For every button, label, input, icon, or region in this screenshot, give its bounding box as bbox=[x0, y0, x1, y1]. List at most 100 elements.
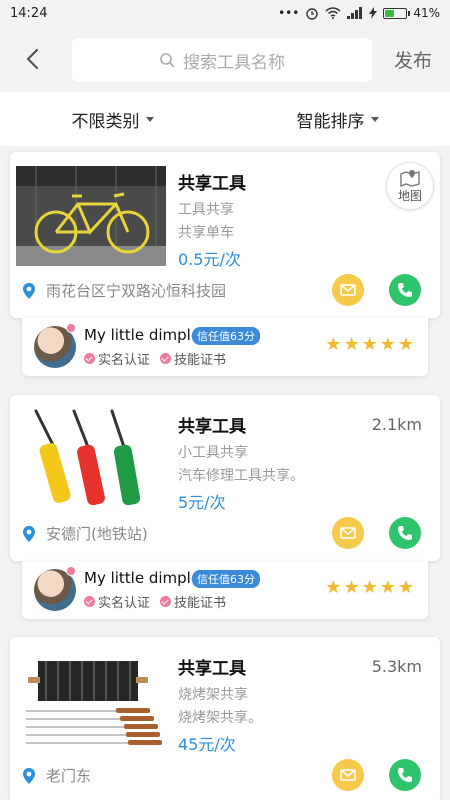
battery-percent: 41% bbox=[413, 6, 440, 20]
star-rating: ★ ★ ★ ★ ★ bbox=[325, 579, 414, 597]
call-button[interactable] bbox=[389, 517, 421, 549]
listing-category: 工具共享 bbox=[178, 202, 234, 218]
star-icon: ★ bbox=[325, 334, 342, 355]
category-filter[interactable]: 不限类别 bbox=[0, 92, 225, 146]
listing-location: 雨花台区宁双路沁恒科技园 bbox=[22, 280, 226, 301]
listing-location-text: 安德门(地铁站) bbox=[46, 525, 148, 543]
check-icon bbox=[160, 596, 172, 607]
cert-real-name: 实名认证 bbox=[84, 592, 150, 611]
cert-label: 实名认证 bbox=[98, 596, 151, 611]
publish-button[interactable]: 发布 bbox=[394, 46, 432, 73]
listing-location: 老门东 bbox=[22, 765, 91, 786]
cert-real-name: 实名认证 bbox=[84, 349, 150, 368]
owner-strip[interactable]: My little dimple 信任值63分 实名认证 技能证书 ★ ★ ★ ★ ★ bbox=[22, 561, 428, 619]
screwdriver-image bbox=[16, 409, 166, 509]
listing-price: 5元/次 bbox=[178, 493, 226, 512]
sort-filter[interactable]: 智能排序 bbox=[225, 92, 450, 146]
listing-description: 共享单车 bbox=[178, 225, 234, 241]
sort-filter-label: 智能排序 bbox=[296, 111, 365, 132]
star-icon: ★ bbox=[397, 334, 414, 355]
mail-icon bbox=[340, 284, 356, 296]
listing-category: 烧烤架共享 bbox=[178, 687, 248, 703]
check-icon bbox=[160, 353, 172, 364]
cert-label: 技能证书 bbox=[174, 596, 227, 611]
check-icon bbox=[84, 596, 95, 607]
status-bar: 14:24 ••• 41% bbox=[0, 0, 450, 26]
certifications: 实名认证 技能证书 bbox=[84, 592, 226, 611]
certifications: 实名认证 技能证书 bbox=[84, 349, 226, 368]
message-button[interactable] bbox=[332, 274, 364, 306]
trust-badge: 信任值63分 bbox=[192, 327, 260, 345]
listing-location-text: 老门东 bbox=[46, 767, 92, 785]
map-button[interactable]: 地图 bbox=[386, 162, 434, 210]
location-pin-icon bbox=[23, 282, 35, 299]
listing-card[interactable]: 共享工具 0. 工具共享 共享单车 0.5元/次 雨花台区宁双路沁恒科技园 bbox=[10, 152, 440, 318]
alarm-icon bbox=[306, 8, 319, 20]
cert-skill: 技能证书 bbox=[160, 592, 226, 611]
top-bar: 搜索工具名称 发布 bbox=[0, 26, 450, 92]
verified-badge-icon bbox=[66, 323, 76, 333]
status-icons: ••• 41% bbox=[278, 6, 440, 20]
check-icon bbox=[84, 353, 95, 364]
listing-title: 共享工具 bbox=[178, 659, 246, 679]
location-pin-icon bbox=[23, 767, 35, 784]
message-button[interactable] bbox=[332, 759, 364, 791]
search-icon bbox=[160, 53, 175, 68]
phone-icon bbox=[398, 283, 412, 297]
listing-price: 45元/次 bbox=[178, 735, 236, 754]
star-icon: ★ bbox=[343, 334, 360, 355]
owner-name: My little dimple bbox=[84, 569, 201, 587]
location-pin-icon bbox=[23, 525, 35, 542]
battery-icon bbox=[383, 7, 411, 19]
star-icon: ★ bbox=[361, 577, 378, 598]
phone-icon bbox=[398, 526, 412, 540]
bicycle-image bbox=[16, 166, 166, 266]
search-input[interactable]: 搜索工具名称 bbox=[72, 38, 372, 82]
caret-down-icon bbox=[370, 116, 379, 122]
category-filter-label: 不限类别 bbox=[71, 111, 140, 132]
listing-card[interactable]: 共享工具 2.1km 小工具共享 汽车修理工具共享。 5元/次 安德门(地铁站) bbox=[10, 395, 440, 561]
star-icon: ★ bbox=[397, 577, 414, 598]
owner-strip[interactable]: My little dimple 信任值63分 实名认证 技能证书 ★ ★ ★ ★ ★ bbox=[22, 318, 428, 376]
message-button[interactable] bbox=[332, 517, 364, 549]
star-icon: ★ bbox=[379, 334, 396, 355]
listing-distance: 2.1km bbox=[371, 415, 422, 434]
verified-badge-icon bbox=[66, 566, 76, 576]
phone-icon bbox=[398, 768, 412, 782]
mail-icon bbox=[340, 527, 356, 539]
wifi-icon bbox=[325, 7, 341, 19]
caret-down-icon bbox=[145, 116, 154, 122]
charging-icon bbox=[369, 7, 378, 19]
star-icon: ★ bbox=[343, 577, 360, 598]
star-rating: ★ ★ ★ ★ ★ bbox=[325, 336, 414, 354]
listing-description: 烧烤架共享。 bbox=[178, 710, 262, 726]
listing-title: 共享工具 bbox=[178, 174, 246, 194]
battery-level bbox=[385, 9, 394, 17]
owner-name: My little dimple bbox=[84, 326, 201, 344]
listing-title: 共享工具 bbox=[178, 417, 246, 437]
listing-category: 小工具共享 bbox=[178, 445, 248, 461]
notification-dots: ••• bbox=[278, 6, 300, 20]
listing-price: 0.5元/次 bbox=[178, 250, 241, 269]
call-button[interactable] bbox=[389, 759, 421, 791]
star-icon: ★ bbox=[325, 577, 342, 598]
bbq-grill-image bbox=[16, 651, 166, 751]
filter-bar: 不限类别 智能排序 bbox=[0, 92, 450, 146]
star-icon: ★ bbox=[361, 334, 378, 355]
star-icon: ★ bbox=[379, 577, 396, 598]
cert-label: 实名认证 bbox=[98, 353, 151, 368]
status-time: 14:24 bbox=[10, 5, 48, 21]
listing-location: 安德门(地铁站) bbox=[22, 523, 148, 544]
mail-icon bbox=[340, 769, 356, 781]
cert-label: 技能证书 bbox=[174, 353, 227, 368]
listing-distance: 5.3km bbox=[371, 657, 422, 676]
listing-card[interactable]: 共享工具 5.3km 烧烤架共享 烧烤架共享。 45元/次 老门东 bbox=[10, 637, 440, 800]
cert-skill: 技能证书 bbox=[160, 349, 226, 368]
call-button[interactable] bbox=[389, 274, 421, 306]
back-arrow-icon[interactable] bbox=[20, 46, 46, 72]
search-placeholder: 搜索工具名称 bbox=[183, 52, 285, 73]
listing-description: 汽车修理工具共享。 bbox=[178, 468, 304, 484]
trust-badge: 信任值63分 bbox=[192, 570, 260, 588]
listing-location-text: 雨花台区宁双路沁恒科技园 bbox=[46, 282, 227, 300]
map-label: 地图 bbox=[397, 188, 422, 203]
